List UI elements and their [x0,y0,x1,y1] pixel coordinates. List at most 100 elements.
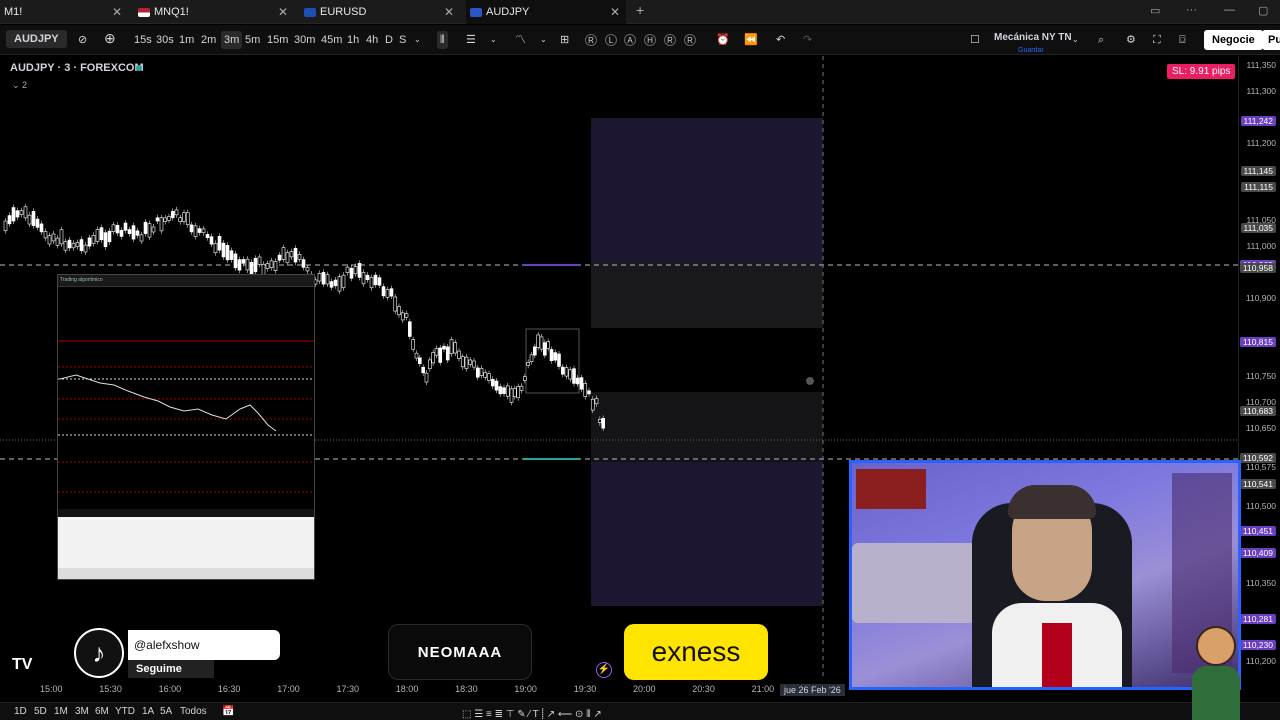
search-icon[interactable]: ⌕ [1098,31,1104,49]
minimize-icon[interactable]: — [1224,4,1235,16]
chevron-down-icon[interactable]: ⌄ [540,31,547,49]
candle-body [273,261,278,271]
candle-body [579,377,584,390]
range-ytd[interactable]: YTD [115,706,135,717]
layout-grid-icon[interactable]: ⊞ [560,31,569,49]
candle-body [345,266,350,273]
layout-square-icon[interactable]: ☐ [970,31,980,49]
interval-bars-icon[interactable]: ☰ [466,31,476,49]
time-label: 20:00 [633,684,656,694]
interval-30m[interactable]: 30m [294,31,315,49]
interval-15m[interactable]: 15m [267,31,288,49]
tab-m1[interactable]: M1! ✕ [0,0,128,24]
undo-icon[interactable]: ↶ [776,31,785,49]
interval-15s[interactable]: 15s [134,31,152,49]
interval-2m[interactable]: 2m [201,31,216,49]
interval-s[interactable]: S [399,31,406,49]
close-icon[interactable]: ✕ [278,5,288,19]
new-tab-icon[interactable]: + [636,2,644,18]
tradingview-logo-icon[interactable]: TV [12,656,32,674]
tab-mnq1[interactable]: MNQ1! ✕ [134,0,294,24]
fullscreen-icon[interactable]: ⛶ [1153,31,1161,49]
candle-body [349,267,354,279]
candle-body [47,235,52,245]
publish-button[interactable]: Pu [1262,30,1280,50]
close-icon[interactable]: ✕ [112,5,122,19]
tab-audjpy[interactable]: AUDJPY ✕ [466,0,626,24]
settings-icon[interactable]: ⚙ [1126,31,1136,49]
time-label: 19:00 [514,684,537,694]
camera-icon[interactable]: ⌼ [1179,31,1186,49]
compare-icon[interactable]: ⊘ [78,31,87,49]
range-1d[interactable]: 1D [14,706,27,717]
price-label: 110,541 [1239,479,1276,490]
candle-body [245,258,250,271]
tab-eurusd[interactable]: EURUSD ✕ [300,0,460,24]
interval-1h[interactable]: 1h [347,31,359,49]
range-1m[interactable]: 1M [54,706,68,717]
replay-icon[interactable]: ⏪ [744,31,758,49]
chevron-down-icon[interactable]: ⌄ [1072,31,1079,49]
interval-1m[interactable]: 1m [179,31,194,49]
more-icon[interactable]: ··· [1186,4,1197,16]
candle-body [35,218,40,228]
range-todos[interactable]: Todos [180,706,207,717]
interval-45m[interactable]: 45m [321,31,342,49]
candle-body [557,353,561,367]
trade-button[interactable]: Negocie [1204,30,1263,50]
range-1a[interactable]: 1A [142,706,154,717]
candle-body [317,273,322,282]
close-icon[interactable]: ✕ [610,5,620,19]
interval-5m[interactable]: 5m [245,31,260,49]
range-6m[interactable]: 6M [95,706,109,717]
candle-body [111,224,116,232]
chevron-down-icon[interactable]: ⌄ [490,31,497,49]
candle-body [533,346,537,356]
candle-body [197,228,202,233]
layout-icon[interactable]: ▭ [1150,4,1160,17]
chevron-down-icon[interactable]: ⌄ [414,31,421,49]
interval-d[interactable]: D [385,31,393,49]
price-axis[interactable]: 111,350 111,300 111,242 111,200 111,145 111,1… [1238,56,1280,680]
range-5a[interactable]: 5A [160,706,172,717]
candle-body [55,237,60,246]
calendar-icon[interactable]: 📅 [222,706,234,717]
replay-h-button[interactable]: H [644,34,656,46]
indicators-count: 2 [22,80,28,90]
replay-l-button[interactable]: L [605,34,617,46]
drawing-tool-icon[interactable]: ⬚ ☰ ≡ ≣ ⊤ ✎ ⁄ T ⸽ ↗ ⟵ ⊙ ⦀ ↗ [462,706,602,720]
maximize-icon[interactable]: ▢ [1258,4,1268,17]
time-label: 20:30 [692,684,715,694]
alert-icon[interactable]: ⏰ [716,31,730,49]
indicators-icon[interactable]: 〽 [515,31,526,49]
symbol-search-button[interactable]: AUDJPY [6,30,67,48]
range-5d[interactable]: 5D [34,706,47,717]
close-icon[interactable]: ✕ [444,5,454,19]
bar-style-icon[interactable]: ⫴ [437,31,448,49]
candle-body [170,210,175,219]
metatrader-overlay: Trading algorítmico [57,274,315,580]
candle-body [568,369,573,380]
replay-r-button[interactable]: R [585,34,597,46]
interval-30s[interactable]: 30s [156,31,174,49]
price-label: 110,451 [1239,525,1276,536]
candle-body [31,211,36,226]
chart-legend-title[interactable]: AUDJPY · 3 · FOREXCOM [10,62,144,74]
candle-body [483,372,488,378]
replay-a-button[interactable]: A [624,34,636,46]
candle-body [27,214,32,225]
range-3m[interactable]: 3M [75,706,89,717]
candle-body [361,272,366,285]
replay-r2-button[interactable]: R [664,34,676,46]
drag-handle[interactable] [806,377,814,385]
interval-3m[interactable]: 3m [221,31,243,49]
candle-body [217,236,222,251]
price-label: 110,750 [1245,370,1276,381]
replay-r3-button[interactable]: R [684,34,696,46]
redo-icon[interactable]: ↷ [803,31,812,49]
candle-body [135,230,140,236]
interval-4h[interactable]: 4h [366,31,378,49]
price-label: 110,958 [1239,263,1276,274]
add-symbol-icon[interactable]: ⊕ [104,29,116,47]
indicators-toggle[interactable]: ⌄ 2 [12,80,27,91]
